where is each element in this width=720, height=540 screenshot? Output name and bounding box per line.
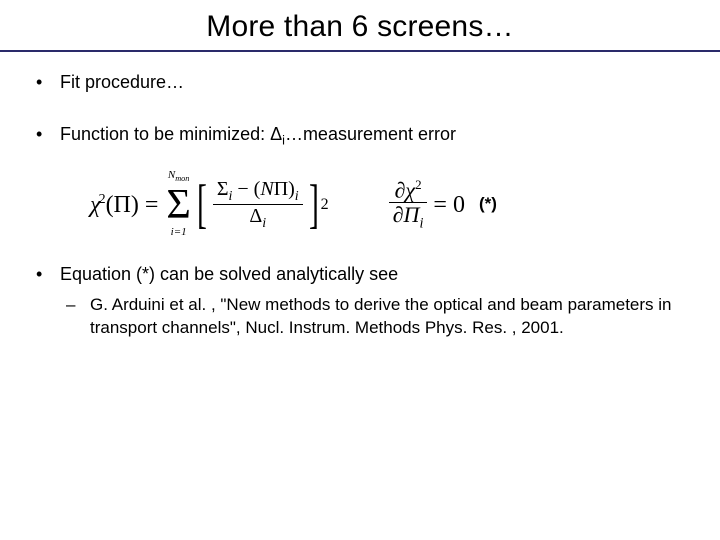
bullet-function-minimized: Function to be minimized: Δi…measurement… bbox=[30, 122, 690, 150]
chi-top-sq: 2 bbox=[415, 177, 422, 192]
reference-text: G. Arduini et al. , "New methods to deri… bbox=[90, 295, 672, 337]
den-delta-sub: i bbox=[262, 216, 266, 231]
sum-upper-limit: Nmon bbox=[168, 170, 190, 183]
title-rule bbox=[0, 50, 720, 52]
sub-bullet-list: G. Arduini et al. , "New methods to deri… bbox=[60, 294, 690, 340]
bullet-list-2: Equation (*) can be solved analytically … bbox=[30, 262, 690, 340]
bullet-fit-procedure: Fit procedure… bbox=[30, 70, 690, 94]
fraction-numerator: Σi − (NΠ)i bbox=[213, 178, 303, 204]
sum-lower-limit: i=1 bbox=[171, 227, 187, 238]
right-bracket: ] bbox=[309, 186, 319, 224]
bullet-text-pre: Function to be minimized: bbox=[60, 124, 270, 144]
equation-derivative: ∂χ2 ∂Πi = 0 (*) bbox=[389, 178, 497, 231]
sum-upper-sub: mon bbox=[175, 174, 189, 183]
num-pi: Π) bbox=[274, 178, 295, 200]
num-script-N: N bbox=[260, 178, 273, 200]
chi-exponent: 2 bbox=[99, 192, 106, 207]
equation-marker: (*) bbox=[479, 193, 497, 216]
partial-bot: ∂Π bbox=[393, 202, 420, 227]
chi-top: χ bbox=[405, 178, 415, 203]
outer-exponent: 2 bbox=[321, 194, 329, 216]
summation-symbol: Nmon Σ i=1 bbox=[166, 184, 190, 226]
eq-arg: (Π) = bbox=[106, 192, 159, 218]
bullet-equation-solved: Equation (*) can be solved analytically … bbox=[30, 262, 690, 340]
delta-symbol: Δ bbox=[270, 124, 282, 144]
bullet-text: Equation (*) can be solved analytically … bbox=[60, 264, 398, 284]
reference-item: G. Arduini et al. , "New methods to deri… bbox=[60, 294, 690, 340]
deriv-fraction: ∂χ2 ∂Πi bbox=[389, 178, 428, 231]
partial-top: ∂ bbox=[395, 178, 406, 203]
fraction-denominator: Δi bbox=[245, 205, 270, 231]
deriv-numerator: ∂χ2 bbox=[391, 178, 426, 201]
left-bracket: [ bbox=[197, 186, 207, 224]
slide: More than 6 screens… Fit procedure… Func… bbox=[0, 0, 720, 540]
inner-fraction: Σi − (NΠ)i Δi bbox=[213, 178, 303, 232]
slide-body: Fit procedure… Function to be minimized:… bbox=[0, 70, 720, 340]
eq-lhs: χ2(Π) = bbox=[90, 189, 158, 221]
equation-row: χ2(Π) = Nmon Σ i=1 [ Σi − (NΠ)i Δi bbox=[90, 178, 690, 232]
num-sigma: Σ bbox=[217, 178, 229, 200]
slide-title: More than 6 screens… bbox=[0, 0, 720, 50]
bullet-list: Fit procedure… Function to be minimized:… bbox=[30, 70, 690, 150]
pi-sub: i bbox=[419, 215, 423, 231]
deriv-denominator: ∂Πi bbox=[389, 203, 428, 231]
num-pi-sub: i bbox=[295, 189, 299, 204]
num-mid: − ( bbox=[232, 178, 260, 200]
bullet-text: Fit procedure… bbox=[60, 72, 184, 92]
equals-zero: = 0 bbox=[433, 189, 465, 221]
bullet-text-post: …measurement error bbox=[285, 124, 456, 144]
equation-chi-squared: χ2(Π) = Nmon Σ i=1 [ Σi − (NΠ)i Δi bbox=[90, 178, 329, 232]
den-delta: Δ bbox=[249, 205, 262, 227]
